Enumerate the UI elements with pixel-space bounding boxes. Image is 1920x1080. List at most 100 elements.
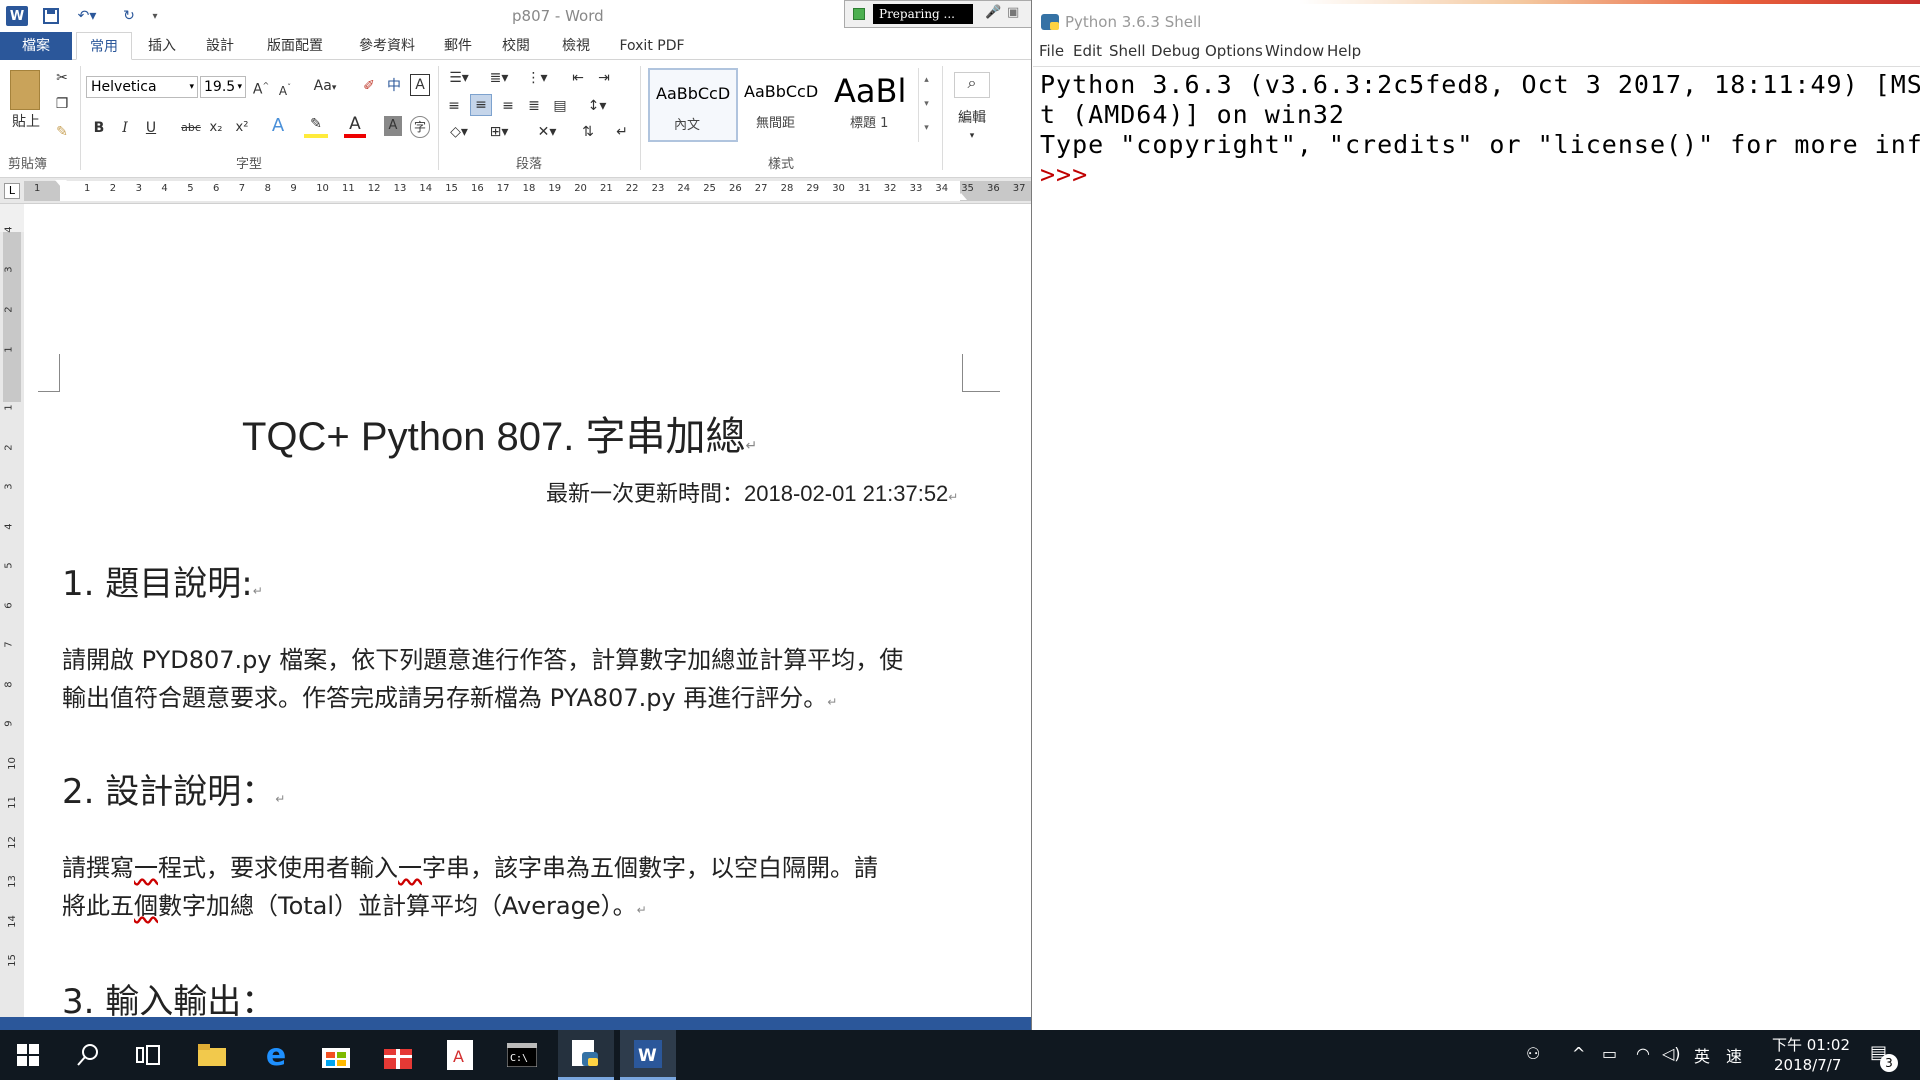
doc-spell-error[interactable]: 個 [134,892,158,920]
shell-menu-edit[interactable]: Edit [1073,42,1102,60]
bold-button[interactable]: B [90,118,108,138]
ime-mode[interactable]: 速 [1726,1043,1742,1067]
format-painter-icon[interactable]: ✎ [52,122,72,142]
right-indent-marker[interactable] [955,193,967,200]
paste-icon[interactable] [10,70,40,110]
horizontal-ruler[interactable]: L 1 1 2 3 4 5 6 7 8 9 10 11 12 13 14 15 16 17 18 19 20 21 22 23… [0,178,1031,204]
camera-icon[interactable]: ▣ [1007,5,1019,20]
change-case-button[interactable]: Aa▾ [310,76,340,98]
multilevel-list-icon[interactable]: ⋮▾ [522,68,552,88]
tab-review[interactable]: 校閱 [494,32,538,60]
show-marks-icon[interactable]: ↵ [612,122,632,142]
clock-date[interactable]: 2018/7/7 [1774,1056,1841,1074]
volume-icon[interactable]: ◁) [1662,1044,1681,1063]
underline-button[interactable]: U [142,118,160,138]
edge-icon[interactable]: e [248,1030,304,1080]
shell-menu-help[interactable]: Help [1327,42,1361,60]
shading-icon[interactable]: ◇▾ [444,122,474,142]
shell-input-area[interactable] [1033,190,1920,1030]
word-taskbar-icon[interactable]: W [620,1030,676,1080]
region-select-icon[interactable] [1031,6,1032,20]
undo-icon[interactable]: ↶▾ [72,6,102,26]
tab-mailings[interactable]: 郵件 [438,32,478,60]
clock-time[interactable]: 下午 01:02 [1772,1034,1850,1055]
battery-icon[interactable]: ▭ [1602,1044,1617,1063]
vertical-ruler[interactable]: 4 3 2 1 1 2 3 4 5 6 7 8 9 10 11 12 13 14 15 [0,226,24,1017]
bullets-icon[interactable]: ☰▾ [444,68,474,88]
copy-icon[interactable]: ❐ [52,94,72,114]
highlight-icon[interactable]: ✎ [304,114,328,138]
python-idle-taskbar-icon[interactable] [558,1030,614,1080]
style-no-spacing[interactable]: AaBbCcD 無間距 [742,68,830,142]
tab-file[interactable]: 檔案 [0,32,72,60]
paste-label[interactable]: 貼上 [6,112,46,132]
file-explorer-icon[interactable] [184,1030,240,1080]
enclose-char-icon[interactable]: 字 [410,116,430,138]
styles-scroll[interactable]: ▴ ▾ ▾ [918,68,934,142]
tab-foxit-pdf[interactable]: Foxit PDF [614,32,690,60]
save-icon[interactable] [40,6,62,26]
doc-spell-error[interactable]: 一 [398,854,422,882]
ime-language[interactable]: 英 [1694,1043,1710,1067]
shell-menu-window[interactable]: Window [1265,42,1324,60]
strikethrough-button[interactable]: abc [178,118,204,138]
sort-icon[interactable]: ⇅ [578,122,598,142]
decrease-indent-icon[interactable]: ⇤ [568,68,588,88]
font-color-icon[interactable]: A [344,114,366,138]
shell-menu-shell[interactable]: Shell [1109,42,1146,60]
document-page[interactable]: TQC+ Python 807. 字串加總↵ 最新一次更新時間：2018-02-… [24,204,1031,1022]
first-line-indent-marker[interactable] [55,180,67,187]
pdf-reader-icon[interactable]: A [432,1030,488,1080]
clear-format-icon[interactable]: ✐ [360,76,378,96]
qat-customize-icon[interactable]: ▾ [148,6,162,26]
doc-spell-error[interactable]: 一 [134,854,158,882]
tab-home[interactable]: 常用 [76,32,132,60]
numbering-icon[interactable]: ≣▾ [484,68,514,88]
shell-menu-options[interactable]: Options [1205,42,1263,60]
style-heading1[interactable]: AaBl 標題 1 [832,68,920,142]
people-icon[interactable]: ⚇ [1526,1044,1540,1063]
subscript-button[interactable]: x₂ [206,118,226,138]
task-view-icon[interactable] [120,1030,176,1080]
command-prompt-icon[interactable]: C:\ [494,1030,550,1080]
store-icon[interactable] [308,1030,364,1080]
find-icon[interactable]: ⌕ [954,72,990,98]
tab-view[interactable]: 檢視 [554,32,598,60]
font-name-select[interactable]: Helvetica ▾ [86,76,198,98]
justify-icon[interactable]: ≣ [524,96,544,116]
text-direction-icon[interactable]: ✕▾ [532,122,562,142]
tab-design[interactable]: 設計 [196,32,244,60]
tab-insert[interactable]: 插入 [138,32,186,60]
shell-menu-file[interactable]: File [1039,42,1064,60]
align-left-icon[interactable]: ≡ [444,96,464,116]
search-icon[interactable] [60,1030,116,1080]
edit-dropdown-icon[interactable]: ▾ [962,126,982,146]
gift-app-icon[interactable] [370,1030,426,1080]
tab-references[interactable]: 參考資料 [346,32,428,60]
microphone-icon[interactable]: 🎤 [985,5,1001,20]
edit-label[interactable]: 編輯 [950,108,994,128]
start-button[interactable] [0,1030,56,1080]
distributed-icon[interactable]: ▤ [550,96,570,116]
font-size-select[interactable]: 19.5 ▾ [200,76,246,98]
style-normal[interactable]: AaBbCcD 內文 [648,68,738,142]
shell-prompt[interactable]: >>> [1040,160,1088,189]
wifi-icon[interactable]: ◠ [1636,1044,1650,1063]
shell-menu-debug[interactable]: Debug [1151,42,1200,60]
line-spacing-icon[interactable]: ↕▾ [582,96,612,116]
cut-icon[interactable]: ✂ [52,68,72,88]
char-border-button[interactable]: A [410,74,430,96]
phonetic-guide-button[interactable]: 中 [384,76,404,96]
superscript-button[interactable]: x² [232,118,252,138]
shrink-font-icon[interactable]: Aˇ [276,78,294,101]
align-right-icon[interactable]: ≡ [498,96,518,116]
borders-icon[interactable]: ⊞▾ [484,122,514,142]
align-center-icon[interactable]: ≡ [470,94,492,116]
char-shading-icon[interactable]: A [384,116,402,136]
italic-button[interactable]: I [116,118,134,138]
text-effects-icon[interactable]: A [268,116,288,136]
increase-indent-icon[interactable]: ⇥ [594,68,614,88]
tab-layout[interactable]: 版面配置 [254,32,336,60]
grow-font-icon[interactable]: A^ [252,76,270,100]
redo-icon[interactable]: ↻ [118,6,140,26]
